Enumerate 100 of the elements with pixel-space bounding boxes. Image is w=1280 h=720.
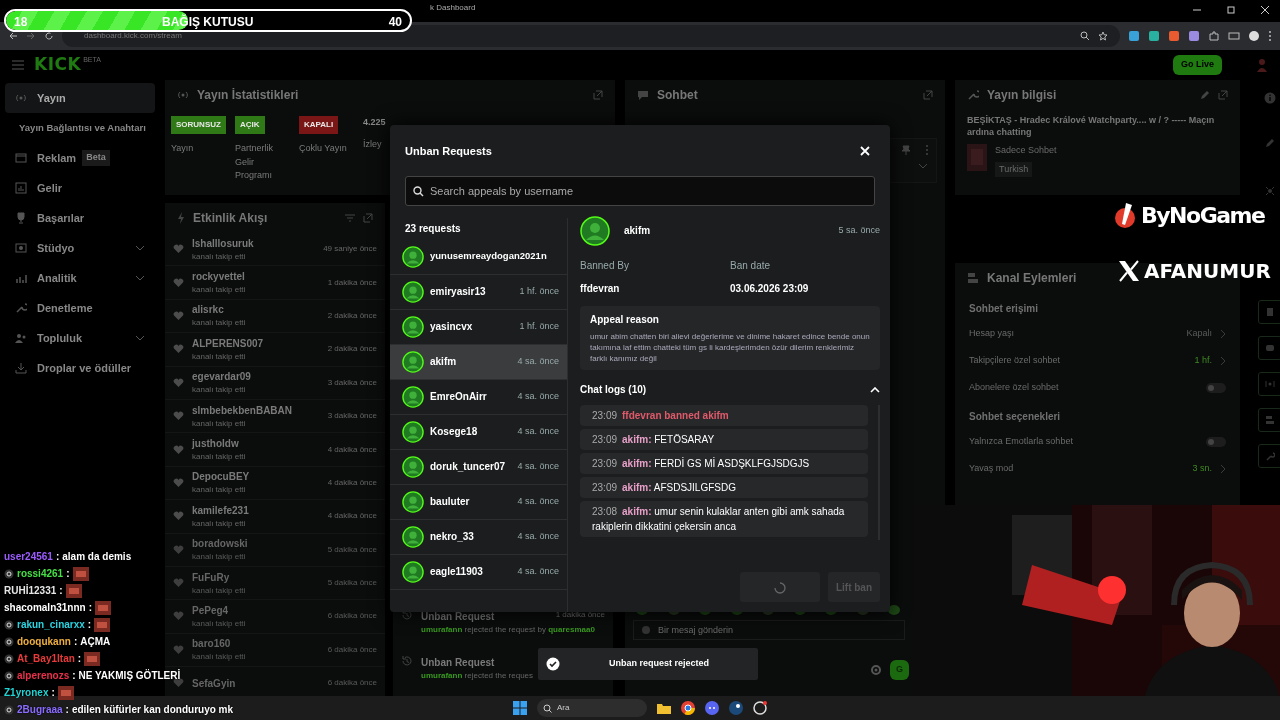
tab-title[interactable]: k Dashboard <box>430 2 476 14</box>
sidebar-item[interactable]: Analitik <box>5 263 155 293</box>
chat-username[interactable]: At_Bay1ltan <box>17 651 75 666</box>
activity-user: baro160 <box>192 637 232 652</box>
activity-time: 5 dakika önce <box>327 543 377 556</box>
chat-log-entry: 23:09 ffdevran banned akifm <box>580 405 868 427</box>
chat-input[interactable]: Bir mesaj gönderin <box>633 620 905 640</box>
chat-separator: : <box>66 567 70 581</box>
request-item[interactable]: yunusemreaydogan2021n <box>390 239 567 275</box>
banned-by-label: Banned By <box>580 258 630 273</box>
activity-time: 4 dakika önce <box>327 476 377 489</box>
setting-row[interactable]: Yalnızca Emotlarla sohbet <box>955 428 1240 455</box>
activity-user: ALPERENS007 <box>192 336 264 351</box>
setting-value: Kapalı <box>1186 326 1212 340</box>
activity-action: kanalı takip etti <box>192 484 247 497</box>
chat-separator: : <box>51 686 55 700</box>
donation-current: 18 <box>14 14 28 30</box>
activity-time: 2 dakika önce <box>327 343 377 356</box>
setting-row[interactable]: Abonelere özel sohbet <box>955 374 1240 401</box>
activity-action: kanalı takip etti <box>192 584 246 597</box>
activity-action: kanalı takip etti <box>192 618 246 630</box>
chat-logs-title: Chat logs (10) <box>580 383 647 398</box>
panel-title: Yayın bilgisi <box>987 87 1057 104</box>
sidebar-item[interactable]: Stüdyo <box>5 233 155 263</box>
sidebar-item[interactable]: Yayın <box>5 83 155 113</box>
section-heading: Sohbet seçenekleri <box>968 410 1062 424</box>
category-name[interactable]: Sadece Sohbet <box>995 144 1057 158</box>
chat-log-entry: 23:09 akifm: FERDİ GS Mİ ASDŞKLFGJSDGJS <box>580 453 868 475</box>
panel-title: Yayın İstatistikleri <box>197 87 299 104</box>
chat-username[interactable]: 2Bugraaa <box>17 702 63 717</box>
viewer-label: İzley <box>363 137 383 151</box>
chat-username[interactable]: user24561 <box>4 549 53 564</box>
chat-separator: : <box>72 669 76 683</box>
chat-separator: : <box>65 703 69 717</box>
setting-value: 1 hf. <box>1194 353 1212 367</box>
request-item[interactable]: nekro_33 4 sa. önce <box>390 519 567 555</box>
request-item[interactable]: akifm 4 sa. önce <box>390 344 567 380</box>
sidebar-item[interactable]: Topluluk <box>5 323 155 353</box>
sidebar-item[interactable]: Reklam Beta <box>5 143 155 173</box>
chat-username[interactable]: shacomaln31nnn <box>4 600 86 615</box>
activity-action: kanalı takip etti <box>192 384 247 397</box>
activity-action: kanalı takip etti <box>192 350 247 363</box>
setting-row[interactable]: Hesap yaşı Kapalı <box>955 320 1240 347</box>
sidebar-item[interactable]: Başarılar <box>5 203 155 233</box>
activity-time: 2 dakika önce <box>327 309 377 322</box>
logo[interactable]: KICK <box>34 52 82 78</box>
request-item[interactable]: doruk_tuncer07 4 sa. önce <box>390 449 567 485</box>
taskbar-search[interactable]: Ara <box>537 699 647 717</box>
activity-user: SefaGyin <box>192 676 236 691</box>
sidebar-item[interactable]: Gelir <box>5 173 155 203</box>
log-text: umurafann rejected the request by quaresmaa0 <box>421 624 596 636</box>
activity-action: kanalı takip etti <box>192 451 246 464</box>
request-item[interactable]: yasincvx 1 hf. önce <box>390 309 567 345</box>
sidebar-item[interactable]: Droplar ve ödüller <box>5 353 155 383</box>
go-live-button[interactable]: Go Live <box>1173 55 1222 75</box>
activity-action: kanalı takip etti <box>192 651 246 664</box>
request-item[interactable]: eagle11903 4 sa. önce <box>390 554 567 590</box>
log-title: Unban Request <box>421 610 495 624</box>
activity-time: 6 dakika önce <box>327 610 377 623</box>
activity-user: slmbebekbenBABAN <box>192 403 293 418</box>
activity-action: kanalı takip etti <box>192 284 246 297</box>
chat-username[interactable]: alperenozs <box>17 668 70 683</box>
request-item[interactable]: EmreOnAirr 4 sa. önce <box>390 379 567 415</box>
activity-time: 3 dakika önce <box>327 376 377 389</box>
activity-time: 1 dakika önce <box>327 276 377 289</box>
ban-date: 03.06.2026 23:09 <box>730 281 810 296</box>
status-badge: SORUNSUZ <box>171 116 226 134</box>
chat-separator: : <box>77 652 82 666</box>
log-text: umurafann rejected the reques <box>421 670 535 682</box>
search-field[interactable]: Search appeals by username <box>405 175 875 206</box>
setting-row[interactable]: Yavaş mod 3 sn. <box>955 455 1240 482</box>
chat-log-entry: 23:08 akifm: umur senin kulaklar anten gibi amk sahada rakiplerin dikkatini çekersin anca <box>580 501 868 538</box>
activity-user: alisrkc <box>192 303 225 318</box>
username: akifm <box>624 224 651 238</box>
beta-label: Beta <box>82 150 110 166</box>
activity-time: 4 dakika önce <box>327 510 377 523</box>
chat-username[interactable]: dooqukann <box>17 634 71 649</box>
sidebar-item[interactable]: Denetleme <box>5 293 155 323</box>
activity-user: rockyvettel <box>192 270 246 285</box>
chat-separator: : <box>55 550 60 564</box>
chat-username[interactable]: RUHİ12331 <box>4 583 57 598</box>
viewer-count: 4.225 <box>363 116 386 129</box>
chat-username[interactable]: Z1yronex <box>4 685 49 700</box>
setting-row[interactable]: Takipçilere özel sohbet 1 hf. <box>955 347 1240 374</box>
activity-user: FuFuRy <box>192 570 231 585</box>
sidebar-item[interactable]: Yayın Bağlantısı ve Anahtarı <box>5 113 155 143</box>
activity-time: 6 dakika önce <box>327 643 377 656</box>
chat-message: edilen küfürler kan donduruyo mk <box>71 703 234 717</box>
activity-action: kanalı takip etti <box>192 517 247 530</box>
request-item[interactable]: Kosege18 4 sa. önce <box>390 414 567 450</box>
request-item[interactable]: bauluter 4 sa. önce <box>390 484 567 520</box>
sponsor-name: ByNoGame <box>1141 205 1265 227</box>
ban-date-label: Ban date <box>730 258 772 273</box>
panel-title: Etkinlik Akışı <box>193 210 268 227</box>
appeal-text: umur abim chatten biri alievi değerlerime ve dinime hakaret edince bende onun takımına laf ettim chatteki tüm gs li kardeşlerimden özür dilerim renklerimiz farklı kanımız değil <box>590 330 870 365</box>
request-item[interactable]: emiryasir13 1 hf. önce <box>390 274 567 310</box>
chat-separator: : <box>59 584 63 598</box>
chat-username[interactable]: rossi4261 <box>17 566 64 581</box>
chat-username[interactable]: rakun_cinarxx <box>17 617 85 632</box>
status-label: Çoklu Yayın <box>299 142 348 155</box>
